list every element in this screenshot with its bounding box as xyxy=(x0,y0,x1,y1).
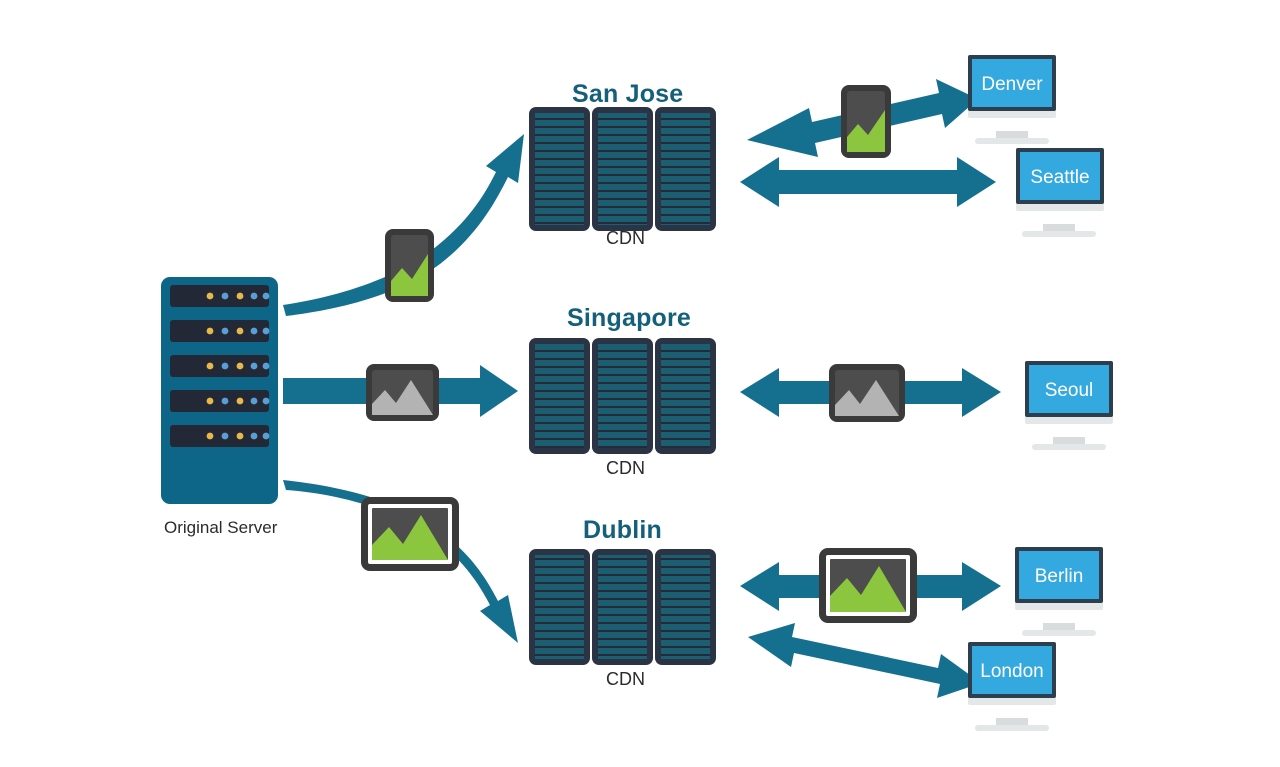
monitor-label-seattle: Seattle xyxy=(1030,167,1089,188)
arrow-dublin-london xyxy=(748,623,981,698)
diagram-canvas: Denver Seattle Seoul Berlin London xyxy=(161,55,1113,731)
cdn-rack-san-jose xyxy=(529,107,716,231)
cdn-diagram: Denver Seattle Seoul Berlin London San J… xyxy=(0,0,1280,767)
media-icon-origin-to-san-jose xyxy=(385,229,434,302)
client-monitor-seattle: Seattle xyxy=(1016,148,1104,237)
client-monitor-berlin: Berlin xyxy=(1015,547,1103,636)
media-icon-singapore-to-seoul xyxy=(829,364,905,422)
arrow-san-jose-seattle xyxy=(740,157,996,207)
origin-server xyxy=(161,277,278,504)
monitor-label-berlin: Berlin xyxy=(1035,566,1084,587)
monitor-label-london: London xyxy=(980,661,1043,682)
cdn-rack-singapore xyxy=(529,338,716,454)
cdn-rack-dublin xyxy=(529,549,716,665)
client-monitor-denver: Denver xyxy=(968,55,1056,144)
media-icon-san-jose-to-denver xyxy=(841,85,891,158)
client-monitor-seoul: Seoul xyxy=(1025,361,1113,450)
media-icon-origin-to-singapore xyxy=(366,364,439,421)
monitor-label-denver: Denver xyxy=(981,74,1043,95)
client-monitor-london: London xyxy=(968,642,1056,731)
media-icon-origin-to-dublin xyxy=(361,497,459,571)
monitor-label-seoul: Seoul xyxy=(1045,380,1094,401)
media-icon-dublin-to-berlin xyxy=(819,548,917,623)
